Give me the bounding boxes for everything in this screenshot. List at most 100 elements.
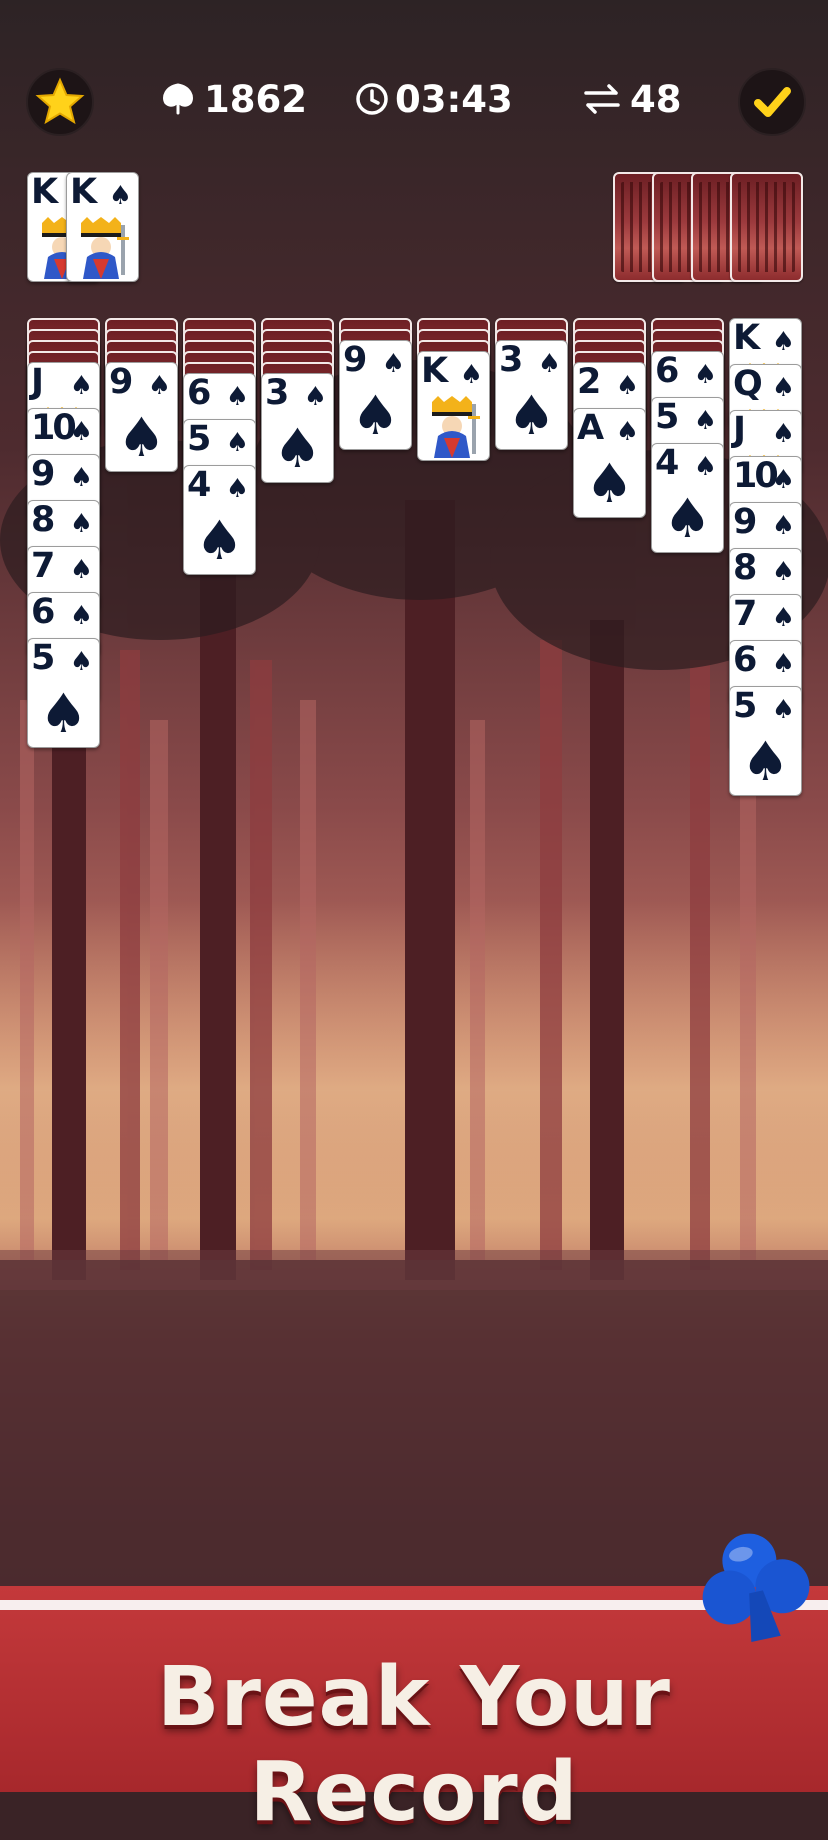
timer-value: 03:43 (395, 77, 513, 121)
card-rank: K (70, 172, 97, 212)
spade-icon: ♠ (771, 373, 795, 403)
tableau-card[interactable]: 3 ♠ ♠ (495, 340, 568, 450)
score-display: 1862 (158, 66, 307, 132)
star-icon (35, 77, 85, 125)
spade-icon: ♠ (69, 463, 93, 493)
card-rank: K (31, 172, 58, 212)
tableau-card[interactable]: A ♠ ♠ (573, 408, 646, 518)
spade-icon: ♠ (771, 327, 795, 357)
spade-icon: ♠ (585, 452, 634, 515)
card-rank: 6 (733, 640, 757, 680)
tableau-card[interactable]: 4 ♠ ♠ (651, 443, 724, 553)
leaf-icon (163, 83, 193, 115)
spade-icon: ♠ (69, 509, 93, 539)
spade-icon: ♠ (693, 452, 717, 482)
king-portrait-icon (432, 396, 480, 458)
moves-display: 48 (582, 66, 682, 132)
card-rank: K (421, 351, 448, 391)
card-rank: 4 (655, 443, 679, 483)
card-rank: 10 (31, 408, 77, 448)
card-rank: 3 (499, 340, 523, 380)
spade-icon: ♠ (459, 360, 483, 390)
spade-icon: ♠ (771, 511, 795, 541)
card-rank: 2 (577, 362, 601, 402)
spade-icon: ♠ (615, 371, 639, 401)
spade-icon: ♠ (147, 371, 171, 401)
card-rank: J (733, 410, 746, 450)
spade-icon: ♠ (771, 695, 795, 725)
card-rank: A (577, 408, 604, 448)
spade-icon: ♠ (39, 682, 88, 745)
spade-icon: ♠ (69, 555, 93, 585)
card-rank: 10 (733, 456, 779, 496)
stock-card[interactable] (730, 172, 803, 282)
spade-icon: ♠ (225, 474, 249, 504)
club-logo-icon (702, 1533, 810, 1642)
timer-display: 03:43 (354, 66, 513, 132)
card-rank: 5 (655, 397, 679, 437)
card-rank: 6 (31, 592, 55, 632)
spade-icon: ♠ (69, 417, 93, 447)
spade-icon: ♠ (693, 360, 717, 390)
king-portrait-icon (81, 217, 129, 279)
spade-icon: ♠ (771, 603, 795, 633)
spade-icon: ♠ (507, 384, 556, 447)
card-rank: 5 (31, 638, 55, 678)
card-rank: 6 (187, 373, 211, 413)
hint-check-button[interactable] (738, 68, 806, 136)
banner-title: Break Your Record (157, 1650, 671, 1840)
tableau-card[interactable]: 9♠♠ (105, 362, 178, 472)
spade-icon: ♠ (69, 371, 93, 401)
clock-icon (356, 83, 388, 115)
spade-icon: ♠ (117, 406, 166, 469)
spade-icon: ♠ (771, 649, 795, 679)
tableau-card[interactable]: 5♠♠ (27, 638, 100, 748)
card-rank: 6 (655, 351, 679, 391)
card-rank: 4 (187, 465, 211, 505)
spade-icon: ♠ (69, 601, 93, 631)
spade-icon: ♠ (225, 382, 249, 412)
card-rank: 8 (31, 500, 55, 540)
spade-icon: ♠ (663, 487, 712, 550)
spade-icon: ♠ (615, 417, 639, 447)
spade-icon: ♠ (381, 349, 405, 379)
card-rank: 8 (733, 548, 757, 588)
checkmark-icon (754, 87, 791, 117)
spade-icon: ♠ (351, 384, 400, 447)
tableau-card[interactable]: K ♠ (417, 351, 490, 461)
card-rank: 9 (343, 340, 367, 380)
completed-king-card: K♠ (66, 172, 139, 282)
moves-value: 48 (630, 77, 682, 121)
swap-arrows-icon (584, 84, 620, 114)
card-rank: 3 (265, 373, 289, 413)
score-value: 1862 (204, 77, 307, 121)
tableau-card[interactable]: 5♠♠ (729, 686, 802, 796)
card-rank: 7 (31, 546, 55, 586)
card-rank: J (31, 362, 44, 402)
card-rank: 9 (733, 502, 757, 542)
spade-icon: ♠ (771, 419, 795, 449)
spade-icon: ♠ (195, 509, 244, 572)
spade-icon: ♠ (771, 465, 795, 495)
card-rank: 9 (31, 454, 55, 494)
spade-icon: ♠ (537, 349, 561, 379)
card-rank: K (733, 318, 760, 358)
spade-icon: ♠ (303, 382, 327, 412)
card-rank: 5 (187, 419, 211, 459)
spade-icon: ♠ (771, 557, 795, 587)
tableau-card[interactable]: 4 ♠ ♠ (183, 465, 256, 575)
tableau-card[interactable]: 3 ♠ ♠ (261, 373, 334, 483)
card-rank: 5 (733, 686, 757, 726)
spade-icon: ♠ (69, 647, 93, 677)
star-button[interactable] (26, 68, 94, 136)
card-rank: 9 (109, 362, 133, 402)
spade-icon: ♠ (741, 730, 790, 793)
tableau-card[interactable]: 9♠♠ (339, 340, 412, 450)
spade-icon: ♠ (108, 181, 132, 211)
card-rank: Q (733, 364, 763, 404)
spade-icon: ♠ (693, 406, 717, 436)
card-back-pattern (738, 182, 795, 272)
card-rank: 7 (733, 594, 757, 634)
spade-icon: ♠ (225, 428, 249, 458)
spade-icon: ♠ (273, 417, 322, 480)
